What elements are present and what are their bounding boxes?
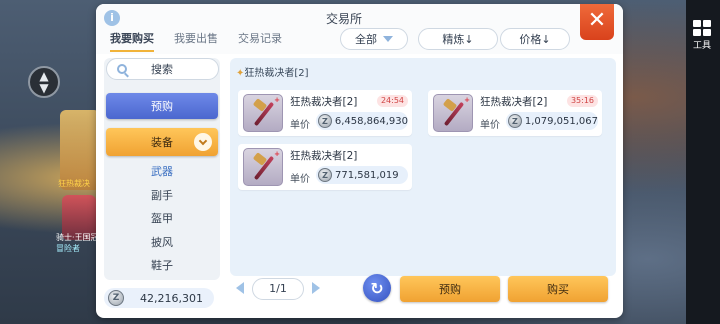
subcategory-shoes[interactable]: 鞋子 <box>106 254 218 278</box>
return-button[interactable]: ↻ <box>363 274 391 302</box>
item-timer: 35:16 <box>566 95 598 107</box>
category-dropdown-label: 全部 <box>355 33 377 46</box>
tools-button[interactable]: 工具 <box>690 20 714 51</box>
next-page-icon[interactable] <box>312 282 320 294</box>
item-timer: 24:54 <box>376 95 408 107</box>
price-label: 单价 <box>290 120 310 131</box>
game-left-strip: ▲ ▼ 狂热裁决 骑士·王国冠军 冒险者 <box>0 0 107 324</box>
tab-history[interactable]: 交易记录 <box>238 30 282 52</box>
zeny-balance: Z 42,216,301 <box>104 288 214 308</box>
chevron-down-icon <box>194 133 212 151</box>
tab-buy[interactable]: 我要购买 <box>110 30 154 52</box>
zeny-coin-icon: Z <box>108 290 124 306</box>
price-value: 771,581,019 <box>335 169 399 181</box>
listing-header: ✦狂热裁决者[2] <box>236 64 309 79</box>
equipment-category-button[interactable]: 装备 <box>106 128 218 156</box>
info-icon[interactable]: i <box>104 10 120 26</box>
tools-label: 工具 <box>692 41 711 51</box>
player-name-label: 狂热裁决 <box>58 179 90 188</box>
right-toolbar: 工具 <box>686 0 720 324</box>
subcategory-cloak[interactable]: 披风 <box>106 231 218 255</box>
refine-badge-icon: + <box>274 96 280 104</box>
sort-price-button[interactable]: 价格↓ <box>500 28 570 50</box>
tab-sell[interactable]: 我要出售 <box>174 30 218 52</box>
prev-page-icon[interactable] <box>236 282 244 294</box>
listing-item[interactable]: + 狂热裁决者[2] 35:16 单价 Z 1,079,051,067 <box>428 90 602 136</box>
category-dropdown[interactable]: 全部 <box>340 28 408 50</box>
preorder-category-button[interactable]: 预购 <box>106 93 218 119</box>
zeny-coin-icon: Z <box>318 114 332 128</box>
category-sidebar: 搜索 预购 装备 武器 副手 盔甲 披风 鞋子 <box>104 58 220 280</box>
player-subtitle-label: 冒险者 <box>56 244 80 253</box>
subcategory-weapon[interactable]: 武器 <box>106 160 218 184</box>
zeny-coin-icon: Z <box>508 114 522 128</box>
search-button[interactable]: 搜索 <box>106 58 219 80</box>
move-joystick-icon[interactable]: ▲ ▼ <box>28 66 60 98</box>
exchange-dialog: i 交易所 ✕ 我要购买 我要出售 交易记录 全部 精炼↓ 价格↓ 搜索 预购 … <box>96 4 623 318</box>
listing-panel: ✦狂热裁决者[2] + 狂热裁决者[2] 24:54 单价 Z 6,458,86… <box>230 58 616 276</box>
item-name: 狂热裁决者[2] <box>480 96 548 108</box>
chevron-down-icon <box>383 36 393 42</box>
price-label: 单价 <box>290 174 310 185</box>
price-label: 单价 <box>480 120 500 131</box>
preorder-button[interactable]: 预购 <box>400 276 500 302</box>
listing-item[interactable]: + 狂热裁决者[2] 24:54 单价 Z 6,458,864,930 <box>238 90 412 136</box>
buy-button[interactable]: 购买 <box>508 276 608 302</box>
sword-icon: + <box>243 94 283 132</box>
balance-value: 42,216,301 <box>140 291 203 305</box>
price-value-pill: Z 1,079,051,067 <box>506 112 598 130</box>
sword-icon: + <box>433 94 473 132</box>
page-indicator: 1/1 <box>252 278 304 300</box>
subcategory-list: 武器 副手 盔甲 披风 鞋子 <box>106 160 218 278</box>
subcategory-armor[interactable]: 盔甲 <box>106 207 218 231</box>
refine-badge-icon: + <box>464 96 470 104</box>
sort-refine-button[interactable]: 精炼↓ <box>418 28 498 50</box>
equipment-label: 装备 <box>151 136 173 149</box>
listing-header-label: 狂热裁决者[2] <box>244 68 309 79</box>
refine-badge-icon: + <box>274 150 280 158</box>
price-value-pill: Z 6,458,864,930 <box>316 112 408 130</box>
zeny-coin-icon: Z <box>318 168 332 182</box>
search-label: 搜索 <box>151 63 173 76</box>
price-value-pill: Z 771,581,019 <box>316 166 408 184</box>
item-name: 狂热裁决者[2] <box>290 150 358 162</box>
grid-icon <box>693 20 711 36</box>
item-name: 狂热裁决者[2] <box>290 96 358 108</box>
price-value: 1,079,051,067 <box>524 115 598 127</box>
close-button[interactable]: ✕ <box>580 4 614 40</box>
listing-item[interactable]: + 狂热裁决者[2] 单价 Z 771,581,019 <box>238 144 412 190</box>
subcategory-offhand[interactable]: 副手 <box>106 184 218 208</box>
dialog-header: i 交易所 ✕ 我要购买 我要出售 交易记录 全部 精炼↓ 价格↓ <box>96 4 623 54</box>
price-value: 6,458,864,930 <box>334 115 408 127</box>
sword-icon: + <box>243 148 283 186</box>
tab-bar: 我要购买 我要出售 交易记录 <box>110 30 282 52</box>
dialog-title: 交易所 <box>326 12 363 26</box>
search-icon <box>117 64 127 74</box>
